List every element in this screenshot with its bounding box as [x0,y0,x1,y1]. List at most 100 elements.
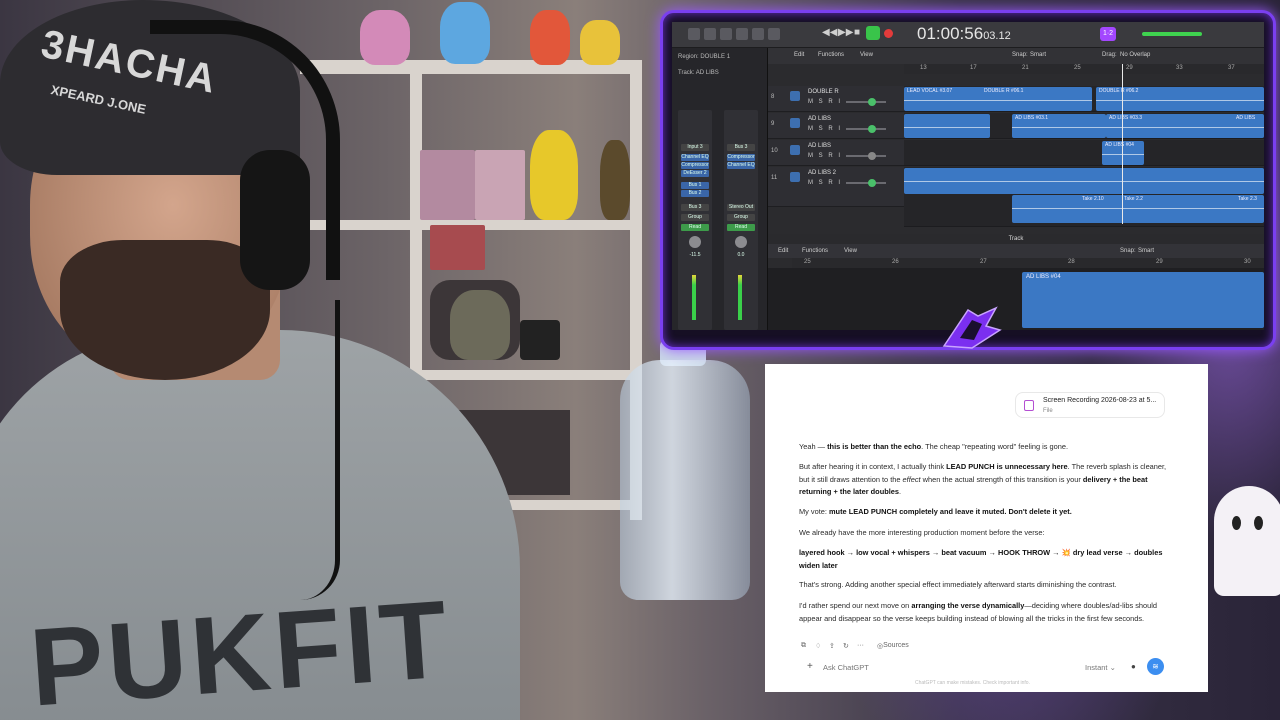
audio-region[interactable] [904,114,990,138]
track-lane[interactable]: LEAD VOCAL #3.07 DOUBLE R #06.1 DOUBLE R… [904,86,1264,112]
regenerate-icon[interactable]: ↻ [843,642,849,650]
copy-icon[interactable]: ⧉ [801,642,806,650]
input-slot[interactable]: Bus 3 [727,144,755,151]
audio-region[interactable]: AD LIBS #04 [1102,141,1144,165]
plugin-slot[interactable]: Compressor [681,162,709,169]
mute-solo-record[interactable]: M S R I [808,126,842,132]
toolbar-icon[interactable] [736,28,748,40]
track-lane[interactable]: AD LIBS #03.1 AD LIBS #03.3 AD LIBS [904,113,1264,139]
audio-region[interactable]: LEAD VOCAL #3.07 DOUBLE R #06.1 [904,87,1092,111]
automation-read[interactable]: Read [727,224,755,231]
microphone-icon[interactable]: ● [1131,662,1136,671]
track-pan-knob[interactable] [868,125,876,133]
record-button[interactable] [884,29,893,38]
lcd-subframes: 03.12 [983,30,1011,42]
track-name[interactable]: AD LIBS [808,116,831,122]
boxed-figure [430,225,485,270]
playhead[interactable] [1122,64,1123,224]
editor-menu-view[interactable]: View [844,248,857,254]
editor-menubar: Edit Functions View Snap: Smart [768,244,1264,258]
waveform [904,127,990,128]
more-icon[interactable]: ··· [857,642,864,649]
snap-select[interactable]: Smart [1030,52,1046,58]
automation-read[interactable]: Read [681,224,709,231]
drag-select[interactable]: No Overlap [1120,52,1150,58]
share-icon[interactable]: ⇪ [829,642,835,650]
audio-region[interactable]: AD LIBS #03.1 [1012,114,1106,138]
count-in-icon[interactable]: 1·2 [1100,27,1116,41]
stop-icon[interactable]: ■ [854,27,860,38]
track-header[interactable]: 9 AD LIBS M S R I [768,113,904,139]
track-header[interactable]: 10 AD LIBS M S R I [768,140,904,166]
send-slot[interactable]: Bus 2 [681,190,709,197]
mute-solo-record[interactable]: M S R I [808,180,842,186]
chat-input[interactable] [823,663,1023,672]
audio-track-icon [790,91,800,101]
track-pan-knob[interactable] [868,98,876,106]
region-name: AD LIBS #04 [1105,142,1134,148]
menu-view[interactable]: View [860,52,873,58]
voice-mode-button[interactable]: ≋ [1147,658,1164,675]
output-slot[interactable]: Bus 3 [681,204,709,211]
sources-button[interactable]: ◎ Sources [877,642,909,650]
quick-help-icon[interactable] [720,28,732,40]
group-slot[interactable]: Group [727,214,755,221]
track-volume-fader[interactable] [846,182,886,184]
audio-region[interactable]: Take 2.10 Take 2.2 Take 2.3 [1012,195,1264,223]
track-lane[interactable]: AD LIBS #04 [904,140,1264,166]
track-name[interactable]: AD LIBS 2 [808,170,836,176]
ghost-decoration [1214,486,1280,596]
menu-edit[interactable]: Edit [794,52,804,58]
editor-menu-edit[interactable]: Edit [778,248,788,254]
editor-menu-functions[interactable]: Functions [802,248,828,254]
plugin-slot[interactable]: Compressor [727,154,755,161]
ruler-mark: 28 [1068,259,1075,265]
mute-solo-record[interactable]: M S R I [808,99,842,105]
headphone-cup [240,150,310,290]
input-slot[interactable]: Input 3 [681,144,709,151]
rewind-icon[interactable]: ◀◀ [822,27,837,38]
group-slot[interactable]: Group [681,214,709,221]
library-icon[interactable] [688,28,700,40]
inspector-icon[interactable] [704,28,716,40]
track-volume-fader[interactable] [846,101,886,103]
track-volume-fader[interactable] [846,155,886,157]
editor-ruler[interactable]: 25 26 27 28 29 30 [792,258,1264,268]
track-volume-fader[interactable] [846,128,886,130]
audio-region[interactable] [904,168,1264,194]
send-slot[interactable]: Bus 1 [681,182,709,189]
track-name[interactable]: DOUBLE R [808,89,839,95]
audio-region[interactable]: AD LIBS #03.3 AD LIBS [1106,114,1264,138]
pan-knob[interactable] [735,236,747,248]
output-slot[interactable]: Stereo Out [727,204,755,211]
play-button[interactable] [866,26,880,40]
track-header[interactable]: 8 DOUBLE R M S R I [768,86,904,112]
region-name: Take 2.10 [1082,196,1104,202]
track-header[interactable]: 11 AD LIBS 2 M S R I [768,167,904,207]
master-volume-slider[interactable] [1142,32,1202,36]
track-pan-knob[interactable] [868,152,876,160]
smart-controls-icon[interactable] [752,28,764,40]
editor-audio-region[interactable]: AD LIBS #04 [1022,272,1264,328]
track-name[interactable]: AD LIBS [808,143,831,149]
fast-forward-icon[interactable]: ▶▶ [838,27,853,38]
editor-snap-select[interactable]: Smart [1138,248,1154,254]
pan-knob[interactable] [689,236,701,248]
menu-functions[interactable]: Functions [818,52,844,58]
mute-solo-record[interactable]: M S R I [808,153,842,159]
region-name: AD LIBS #04 [1026,274,1061,280]
track-pan-knob[interactable] [868,179,876,187]
plugin-slot[interactable]: DeEsser 2 [681,170,709,177]
timeline-ruler[interactable]: 13 17 21 25 29 33 37 [904,64,1264,74]
ruler-mark: 21 [1022,65,1029,71]
lcd-display[interactable]: 01:00:5603.12 [917,24,1029,44]
plugin-slot[interactable]: Channel EQ [681,154,709,161]
thumbs-down-icon[interactable]: ♢ [815,642,821,650]
file-attachment[interactable]: Screen Recording 2026-08-23 at 5... File [1015,392,1165,418]
mixer-icon[interactable] [768,28,780,40]
attach-icon[interactable]: + [807,661,813,672]
waveform [1106,127,1264,128]
track-lane[interactable]: Take 2.10 Take 2.2 Take 2.3 [904,167,1264,227]
plugin-slot[interactable]: Channel EQ [727,162,755,169]
model-mode-select[interactable]: Instant ⌄ [1085,663,1116,672]
